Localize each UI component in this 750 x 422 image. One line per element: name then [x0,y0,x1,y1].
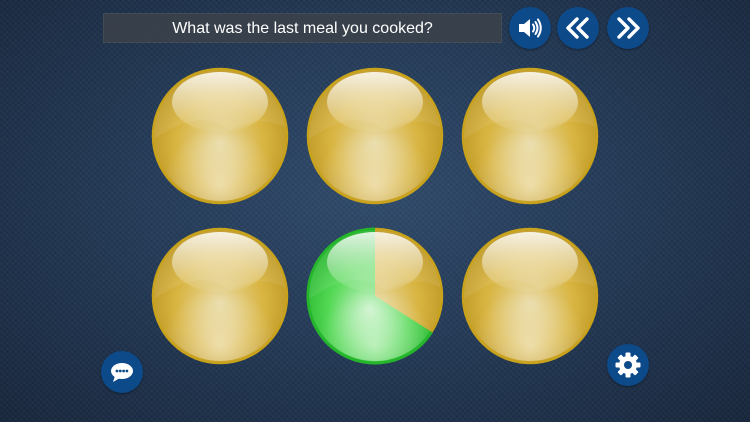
orb-graphic [461,227,599,365]
orb-highlight [482,232,578,292]
orb-highlight [172,72,268,132]
question-bar: What was the last meal you cooked? [103,13,502,43]
orb-graphic [306,227,444,365]
orb-graphic [151,67,289,205]
answer-orb-4[interactable] [151,227,289,365]
previous-button[interactable] [557,7,599,49]
answer-orb-5-timer[interactable] [306,227,444,365]
settings-button[interactable] [607,344,649,386]
orb-highlight [327,232,423,292]
orb-graphic [461,67,599,205]
double-chevron-right-icon [617,17,640,39]
chat-bubble-icon [111,363,133,382]
answer-orb-2[interactable] [306,67,444,205]
orb-highlight [172,232,268,292]
orb-graphic [306,67,444,205]
speaker-icon [519,18,542,38]
answer-orb-1[interactable] [151,67,289,205]
double-chevron-left-icon [566,17,589,39]
sound-button[interactable] [509,7,551,49]
orb-highlight [327,72,423,132]
answer-orb-3[interactable] [461,67,599,205]
answer-orb-6[interactable] [461,227,599,365]
next-button[interactable] [607,7,649,49]
orb-graphic [151,227,289,365]
gear-icon [615,352,641,378]
chat-button[interactable] [101,351,143,393]
orb-highlight [482,72,578,132]
question-text: What was the last meal you cooked? [172,20,433,37]
